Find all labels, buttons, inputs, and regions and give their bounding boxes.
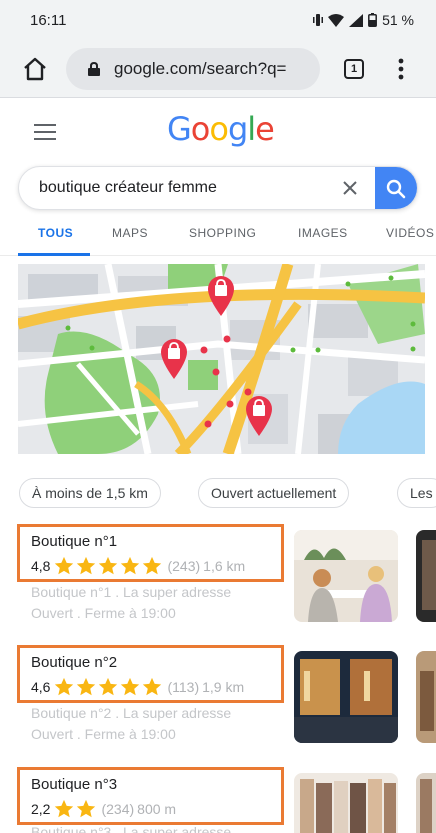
address-bar[interactable]: google.com/search?q= [66,48,320,90]
tab-shopping[interactable]: SHOPPING [189,226,256,240]
result-photo[interactable] [294,773,398,833]
result-name[interactable]: Boutique n°1 [31,533,117,550]
chip-more-filter[interactable]: Les [397,478,436,508]
star-rating [53,555,163,577]
map-pin-icon[interactable] [244,394,274,436]
map-pin-icon[interactable] [206,274,236,316]
search-box[interactable]: boutique créateur femme [18,166,418,210]
map-pin-icon[interactable] [159,337,189,379]
result-item[interactable]: Boutique n°2 4,6 (113) 1,9 km Boutique n… [0,645,436,755]
tab-tous[interactable]: TOUS [38,226,73,240]
result-photo[interactable] [294,530,398,622]
result-item[interactable]: Boutique n°1 4,8 (243) 1,6 km Boutique n… [0,524,436,634]
clear-icon[interactable] [342,180,358,196]
status-icons: 51 % [313,12,414,28]
star-icon [55,556,74,575]
star-icon [55,799,74,818]
search-input[interactable]: boutique créateur femme [39,179,217,197]
distance: 800 m [137,801,177,817]
rating-row: 2,2 (234) 800 m [31,798,176,820]
review-count: (243) [167,558,201,574]
tab-maps[interactable]: MAPS [112,226,148,240]
lock-icon [88,62,100,76]
search-icon [386,179,406,199]
star-icon [143,677,162,696]
result-name[interactable]: Boutique n°3 [31,776,117,793]
active-tab-indicator [18,253,90,256]
rating-row: 4,8 (243) 1,6 km [31,555,245,577]
star-rating [53,798,97,820]
results-map[interactable] [18,264,425,454]
rating-value: 4,6 [31,679,51,695]
google-logo[interactable]: Google [167,110,275,148]
chip-distance-filter[interactable]: À moins de 1,5 km [19,478,161,508]
battery-level: 51 % [382,12,414,28]
signal-icon [349,13,364,27]
tab-switcher-button[interactable]: 1 [344,59,364,79]
star-icon [121,677,140,696]
review-count: (234) [101,801,135,817]
home-icon[interactable] [22,56,48,82]
result-name[interactable]: Boutique n°2 [31,654,117,671]
result-hours: Ouvert . Ferme à 19:00 [31,605,176,621]
result-description: Boutique n°2 . La super adresse [31,705,232,721]
review-count: (113) [167,679,200,695]
rating-value: 4,8 [31,558,51,574]
status-bar: 16:11 51 % [0,0,436,40]
result-description: Boutique n°1 . La super adresse [31,584,232,600]
search-tabs: TOUS MAPS SHOPPING IMAGES VIDÉOS [0,222,436,256]
star-icon [99,677,118,696]
rating-row: 4,6 (113) 1,9 km [31,676,244,698]
tab-images[interactable]: IMAGES [298,226,348,240]
star-icon [99,556,118,575]
battery-icon [368,13,378,27]
status-time: 16:11 [30,12,67,29]
result-item[interactable]: Boutique n°3 2,2 (234) 800 m Boutique n°… [0,767,436,833]
result-hours: Ouvert . Ferme à 19:00 [31,726,176,742]
result-photo[interactable] [416,651,436,743]
search-button[interactable] [375,167,417,209]
result-photo[interactable] [416,773,436,833]
vibrate-icon [313,14,324,26]
url-text: google.com/search?q= [114,59,287,78]
star-icon [77,556,96,575]
distance: 1,9 km [202,679,245,695]
star-rating [53,676,163,698]
menu-icon[interactable] [34,124,56,140]
rating-value: 2,2 [31,801,51,817]
chip-open-now-filter[interactable]: Ouvert actuellement [198,478,350,508]
result-description: Boutique n°3 . La super adresse [31,824,232,833]
wifi-icon [328,13,345,27]
star-icon [77,799,96,818]
more-options-icon[interactable] [398,57,404,81]
tab-videos[interactable]: VIDÉOS [386,226,434,240]
star-icon [121,556,140,575]
distance: 1,6 km [203,558,246,574]
result-photo[interactable] [416,530,436,622]
star-icon [55,677,74,696]
star-icon [143,556,162,575]
browser-toolbar: google.com/search?q= 1 [0,40,436,98]
result-photo[interactable] [294,651,398,743]
star-icon [77,677,96,696]
